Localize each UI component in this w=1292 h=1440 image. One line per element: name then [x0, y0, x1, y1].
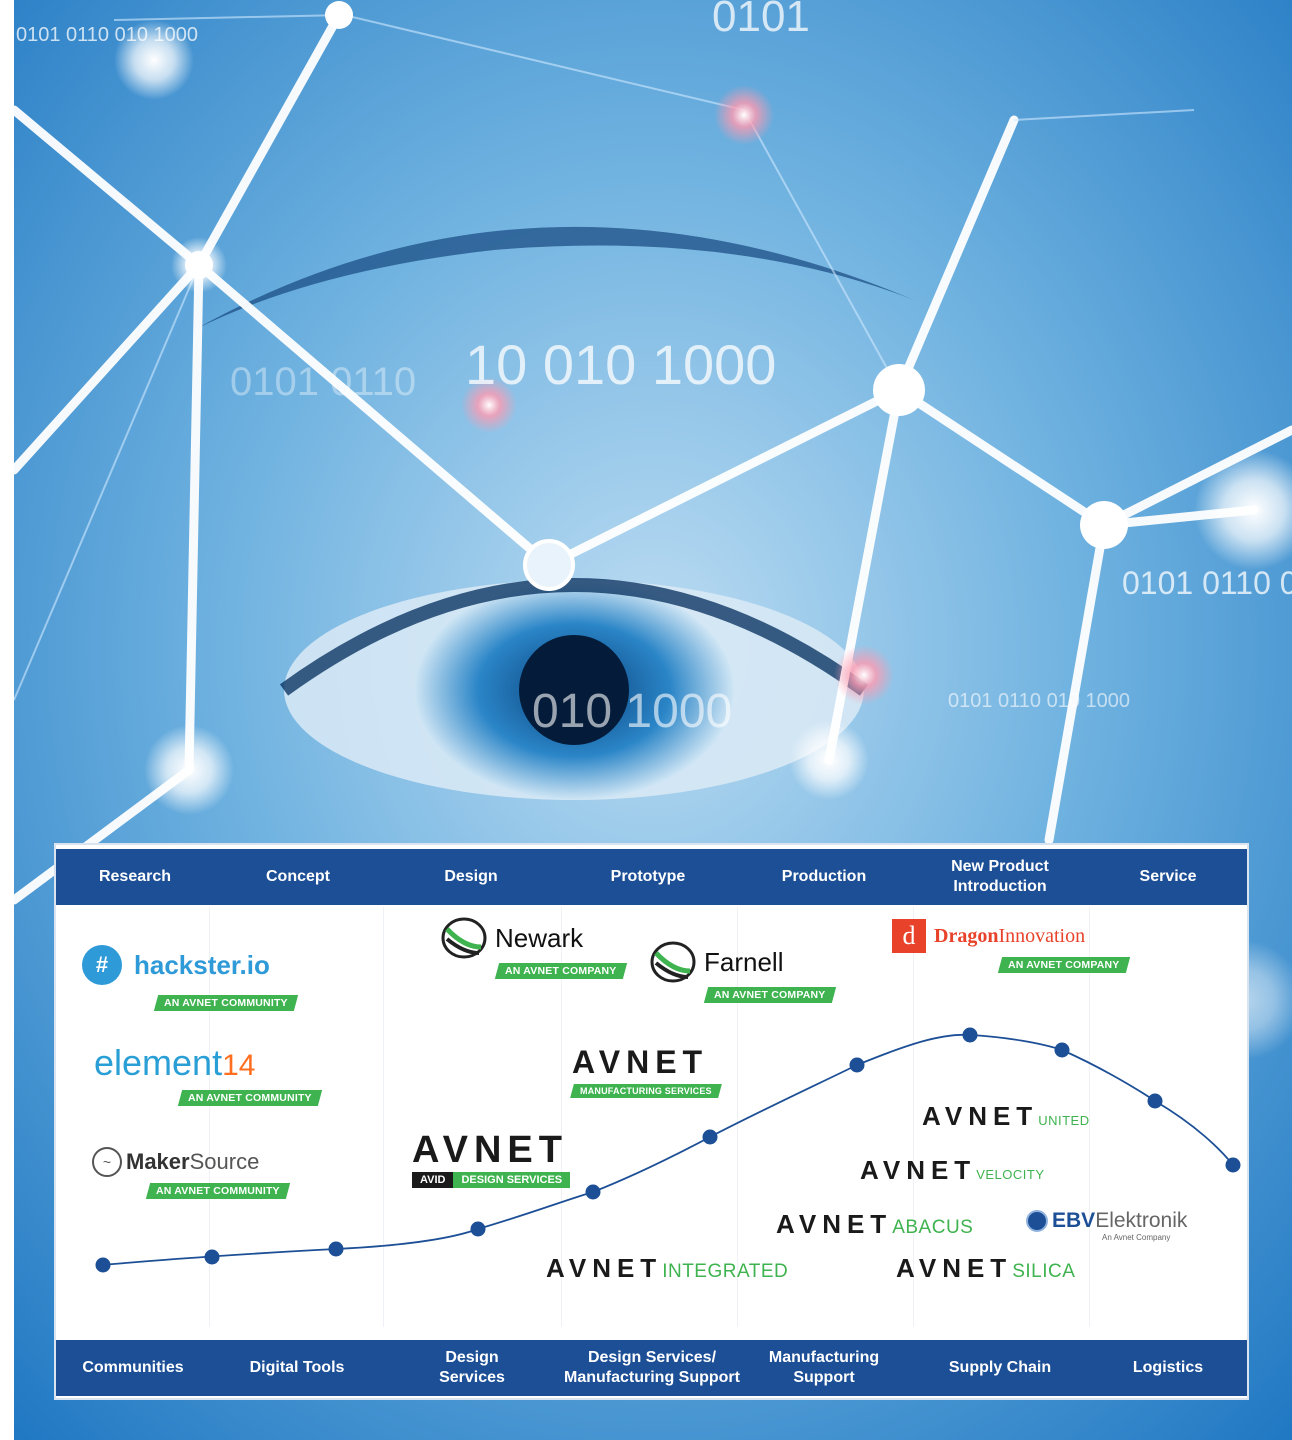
avnet-abacus-name: AVNET: [776, 1209, 893, 1239]
dragon-icon: d: [892, 919, 926, 953]
dragon-tag: AN AVNET COMPANY: [1008, 959, 1120, 971]
hackster-tag: AN AVNET COMMUNITY: [164, 997, 288, 1009]
category-supply-chain: Supply Chain: [948, 1359, 1052, 1376]
hackster-logo: # hackster.io AN AVNET COMMUNITY: [82, 945, 298, 1011]
avnet-velocity-logo: AVNETVELOCITY: [860, 1155, 1045, 1186]
curve-point: [204, 1249, 220, 1265]
dragon-name-a: Dragon: [934, 924, 999, 947]
avnet-united-name: AVNET: [922, 1101, 1039, 1131]
infographic: 0101 0110 010 1000 0101 10 010 1000 0101…: [0, 0, 1292, 1440]
farnell-tag: AN AVNET COMPANY: [714, 989, 826, 1001]
ebv-globe-icon: [1026, 1210, 1048, 1232]
binary-text-2: 0101: [712, 0, 810, 41]
curve-point: [962, 1027, 978, 1043]
category-communities: Communities: [82, 1359, 184, 1376]
newark-icon: [441, 917, 487, 959]
binary-text-3: 10 010 1000: [465, 333, 777, 396]
category-digital-tools: Digital Tools: [249, 1359, 345, 1376]
avnet-avid-sub-b: DESIGN SERVICES: [453, 1172, 571, 1188]
avnet-manufacturing-services-logo: AVNET MANUFACTURING SERVICES: [570, 1044, 722, 1099]
makersource-logo: ~ MakerSource AN AVNET COMMUNITY: [92, 1147, 290, 1199]
farnell-name: Farnell: [704, 946, 784, 977]
binary-text-6: 010 1000: [532, 685, 733, 738]
element14-name: element: [94, 1042, 223, 1083]
curve-point: [1225, 1157, 1241, 1173]
newark-tag: AN AVNET COMPANY: [505, 965, 617, 977]
newark-logo: Newark AN AVNET COMPANY: [441, 917, 627, 979]
ebv-elektronik-logo: EBVElektronik An Avnet Company: [1026, 1209, 1187, 1242]
avnet-integrated-logo: AVNETINTEGRATED: [546, 1253, 788, 1284]
avnet-united-logo: AVNETUNITED: [922, 1101, 1090, 1132]
dragon-name-b: Innovation: [998, 924, 1086, 947]
avnet-abacus-logo: AVNETABACUS: [776, 1209, 973, 1240]
curve-point: [95, 1257, 111, 1273]
element14-number: 14: [222, 1049, 256, 1082]
element14-logo: element14 AN AVNET COMMUNITY: [94, 1042, 322, 1106]
curve-point: [1054, 1042, 1070, 1058]
avnet-silica-sub: SILICA: [1012, 1261, 1076, 1282]
curve-point: [849, 1057, 865, 1073]
curve-point: [702, 1129, 718, 1145]
curve-point: [585, 1184, 601, 1200]
ebv-name-a: EBV: [1052, 1209, 1096, 1232]
service-category-bar: Communities Digital Tools Design Service…: [56, 1340, 1247, 1396]
binary-text-4: 0101 0110: [230, 360, 417, 404]
makersource-icon: ~: [92, 1147, 122, 1177]
ebv-sub: An Avnet Company: [1102, 1233, 1171, 1242]
dragon-innovation-logo: d DragonInnovation AN AVNET COMPANY: [892, 919, 1130, 973]
ecosystem-panel: Research Concept Design Prototype Produc…: [54, 843, 1249, 1400]
binary-text-1: 0101 0110 010 1000: [16, 24, 199, 46]
avnet-velocity-sub: VELOCITY: [976, 1167, 1045, 1182]
category-design-services: Design Services: [439, 1349, 505, 1386]
makersource-tag: AN AVNET COMMUNITY: [156, 1185, 280, 1197]
curve-point: [1147, 1093, 1163, 1109]
avnet-mfg-sub: MANUFACTURING SERVICES: [580, 1086, 712, 1096]
avnet-velocity-name: AVNET: [860, 1155, 977, 1185]
category-logistics: Logistics: [1132, 1359, 1204, 1376]
avnet-silica-name: AVNET: [896, 1253, 1013, 1283]
category-manufacturing-support: Manufacturing Support: [768, 1349, 880, 1386]
hackster-icon: #: [82, 945, 122, 985]
farnell-logo: Farnell AN AVNET COMPANY: [650, 941, 836, 1003]
avnet-avid-sub-a: AVID: [412, 1172, 454, 1188]
ebv-name-b: Elektronik: [1095, 1209, 1188, 1232]
avnet-integrated-sub: INTEGRATED: [662, 1261, 789, 1282]
binary-text-7: 0101 0110 010 1000: [948, 690, 1131, 712]
element14-tag: AN AVNET COMMUNITY: [188, 1092, 312, 1104]
avnet-avid-name: AVNET: [412, 1129, 568, 1171]
newark-name: Newark: [495, 922, 584, 953]
avnet-silica-logo: AVNETSILICA: [896, 1253, 1075, 1284]
curve-point: [328, 1241, 344, 1257]
farnell-icon: [650, 941, 696, 983]
avnet-integrated-name: AVNET: [546, 1253, 663, 1283]
avnet-united-sub: UNITED: [1038, 1113, 1090, 1128]
hackster-name: hackster.io: [134, 949, 270, 980]
binary-text-5: 0101 0110 0: [1122, 565, 1292, 601]
avnet-mfg-name: AVNET: [572, 1044, 709, 1080]
makersource-name-a: Maker: [126, 1149, 190, 1174]
curve-point: [470, 1221, 486, 1237]
makersource-name-b: Source: [189, 1149, 260, 1174]
avnet-abacus-sub: ABACUS: [892, 1217, 974, 1238]
category-design-manufacturing-support: Design Services/ Manufacturing Support: [564, 1349, 740, 1386]
avnet-avid-logo: AVNET AVID DESIGN SERVICES: [412, 1129, 571, 1188]
